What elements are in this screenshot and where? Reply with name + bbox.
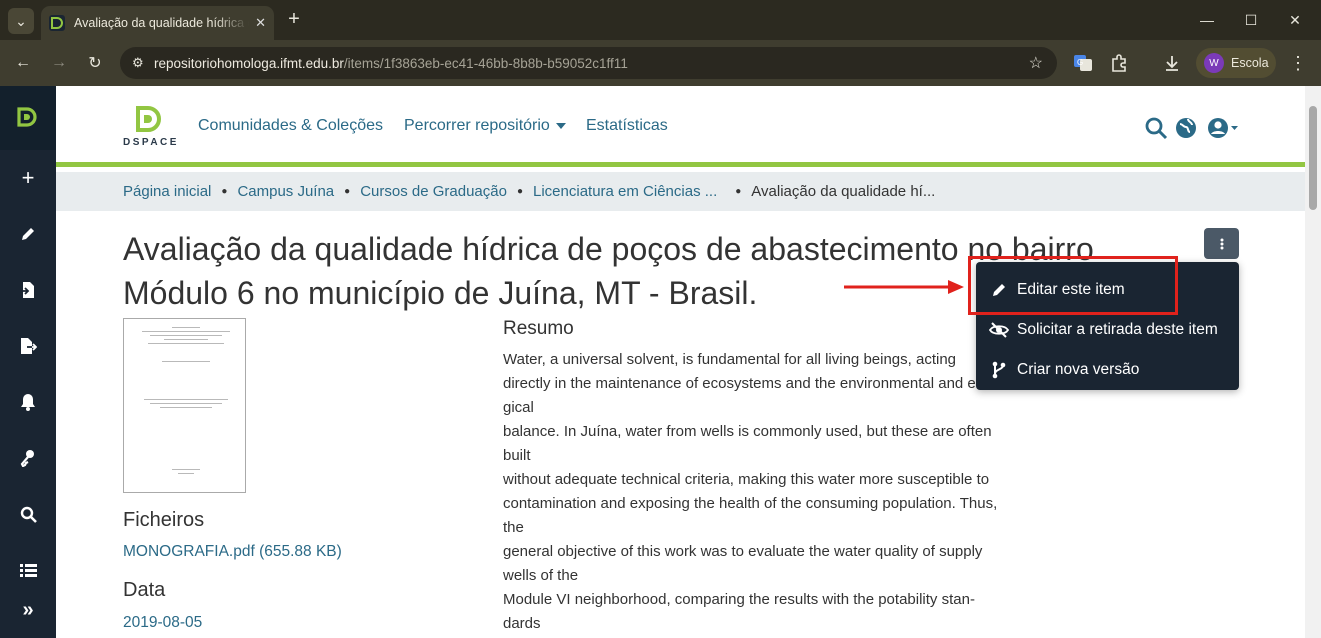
sidebar-key-icon[interactable] [0, 438, 56, 478]
nav-statistics[interactable]: Estatísticas [586, 117, 668, 135]
site-info-icon[interactable]: ⚙ [132, 55, 154, 71]
sidebar-expand-chevrons-icon[interactable]: » [0, 590, 56, 630]
menu-withdraw-label: Solicitar a retirada deste item [1017, 321, 1218, 338]
breadcrumb-separator: ● [516, 186, 523, 197]
nav-communities-collections[interactable]: Comunidades & Coleções [198, 117, 383, 135]
abstract-line: the [503, 519, 524, 536]
date-value[interactable]: 2019-08-05 [123, 614, 202, 632]
sidebar-logo[interactable] [0, 86, 56, 150]
breadcrumb-current: Avaliação da qualidade hí... [751, 183, 936, 200]
abstract-line: general objective of this work was to ev… [503, 543, 983, 560]
sidebar-list-icon[interactable] [0, 550, 56, 590]
page-content: DSPACE Comunidades & Coleções Percorrer … [56, 86, 1305, 638]
breadcrumb-separator: ● [344, 186, 351, 197]
abstract-line: built [503, 447, 531, 464]
abstract-line: Water, a universal solvent, is fundament… [503, 351, 957, 368]
abstract-line: contamination and exposing the health of… [503, 495, 998, 512]
browser-tab-bar: ⌄ Avaliação da qualidade hídrica de poço… [0, 0, 1321, 40]
sidebar-search-icon[interactable] [0, 494, 56, 534]
profile-button[interactable]: W Escola [1196, 48, 1276, 78]
abstract-line: wells of the [503, 567, 579, 584]
minimize-icon[interactable]: — [1192, 8, 1222, 32]
nav-browse-label: Percorrer repositório [404, 117, 550, 134]
reload-icon[interactable]: ↻ [82, 50, 108, 76]
document-thumbnail[interactable] [123, 318, 246, 493]
abstract-heading: Resumo [503, 318, 574, 339]
code-branch-icon [989, 360, 1009, 380]
tab-close-icon[interactable]: ✕ [255, 15, 266, 31]
abstract-line: balance. In Juína, water from wells is c… [503, 423, 992, 440]
abstract-line: gical [503, 399, 534, 416]
eye-slash-icon [989, 320, 1009, 340]
abstract-line: directly in the maintenance of ecosystem… [503, 375, 1009, 392]
page-scrollbar[interactable] [1305, 86, 1321, 638]
abstract-text: Water, a universal solvent, is fundament… [503, 348, 1043, 636]
header-search-icon[interactable] [1144, 116, 1168, 140]
breadcrumb-separator: ● [735, 186, 742, 197]
menu-request-withdrawal[interactable]: Solicitar a retirada deste item [976, 310, 1239, 350]
browser-tab[interactable]: Avaliação da qualidade hídrica de poços … [41, 6, 274, 40]
nav-browse-repository[interactable]: Percorrer repositório [404, 117, 566, 135]
dspace-favicon-icon [49, 15, 65, 31]
bookmark-star-icon[interactable]: ☆ [1029, 53, 1043, 73]
breadcrumb-separator: ● [221, 186, 228, 197]
admin-sidebar: + » [0, 86, 56, 638]
annotation-highlight-box [968, 256, 1178, 315]
new-tab-icon[interactable]: + [282, 8, 306, 31]
sidebar-edit-pencil-icon[interactable] [0, 214, 56, 254]
caret-down-icon [555, 122, 566, 129]
abstract-line: dards [503, 615, 541, 632]
annotation-arrow-icon [844, 280, 964, 294]
address-bar[interactable]: ⚙ repositoriohomologa.ifmt.edu.br/items/… [120, 47, 1057, 79]
abstract-line: without adequate technical criteria, mak… [503, 471, 990, 488]
breadcrumb-courses[interactable]: Cursos de Graduação [360, 183, 507, 200]
tab-search-chevron-icon[interactable]: ⌄ [8, 8, 34, 34]
tab-title: Avaliação da qualidade hídrica de poços [74, 16, 249, 30]
user-account-icon[interactable] [1206, 116, 1240, 140]
forward-icon[interactable]: → [46, 50, 72, 76]
profile-name: Escola [1231, 56, 1269, 70]
sidebar-new-icon[interactable]: + [0, 158, 56, 198]
profile-avatar: W [1204, 53, 1224, 73]
sidebar-export-icon[interactable] [0, 326, 56, 366]
menu-create-version[interactable]: Criar nova versão [976, 350, 1239, 390]
dspace-logo-icon [17, 107, 37, 127]
browser-menu-icon[interactable]: ⋮ [1286, 51, 1310, 75]
site-header: DSPACE Comunidades & Coleções Percorrer … [56, 86, 1305, 167]
translate-icon[interactable]: G [1071, 51, 1095, 75]
url-path: /items/1f3863eb-ec41-46bb-8b8b-b59052c1f… [343, 55, 628, 71]
menu-version-label: Criar nova versão [1017, 361, 1140, 378]
sidebar-import-icon[interactable] [0, 270, 56, 310]
abstract-line: Module VI neighborhood, comparing the re… [503, 591, 975, 608]
back-icon[interactable]: ← [10, 50, 36, 76]
url-host: repositoriohomologa.ifmt.edu.br [154, 55, 344, 71]
browser-toolbar: ← → ↻ ⚙ repositoriohomologa.ifmt.edu.br /… [0, 40, 1321, 86]
item-context-menu-toggle[interactable] [1204, 228, 1239, 259]
breadcrumb-home[interactable]: Página inicial [123, 183, 211, 200]
downloads-icon[interactable] [1160, 51, 1184, 75]
svg-text:G: G [1077, 58, 1083, 67]
language-globe-icon[interactable] [1174, 116, 1198, 140]
scrollbar-thumb[interactable] [1309, 106, 1317, 210]
breadcrumb-campus[interactable]: Campus Juína [237, 183, 334, 200]
files-heading: Ficheiros [123, 509, 205, 531]
date-heading: Data [123, 579, 166, 601]
maximize-icon[interactable]: ☐ [1236, 8, 1266, 32]
extensions-icon[interactable] [1107, 51, 1131, 75]
breadcrumb-licenciatura[interactable]: Licenciatura em Ciências ... [533, 183, 717, 200]
file-download-link[interactable]: MONOGRAFIA.pdf (655.88 KB) [123, 543, 342, 561]
dspace-wordmark: DSPACE [123, 137, 179, 148]
close-window-icon[interactable]: ✕ [1280, 8, 1310, 32]
breadcrumb: Página inicial ● Campus Juína ● Cursos de … [56, 172, 1305, 211]
kebab-menu-icon [1220, 238, 1223, 249]
sidebar-notifications-bell-icon[interactable] [0, 382, 56, 422]
